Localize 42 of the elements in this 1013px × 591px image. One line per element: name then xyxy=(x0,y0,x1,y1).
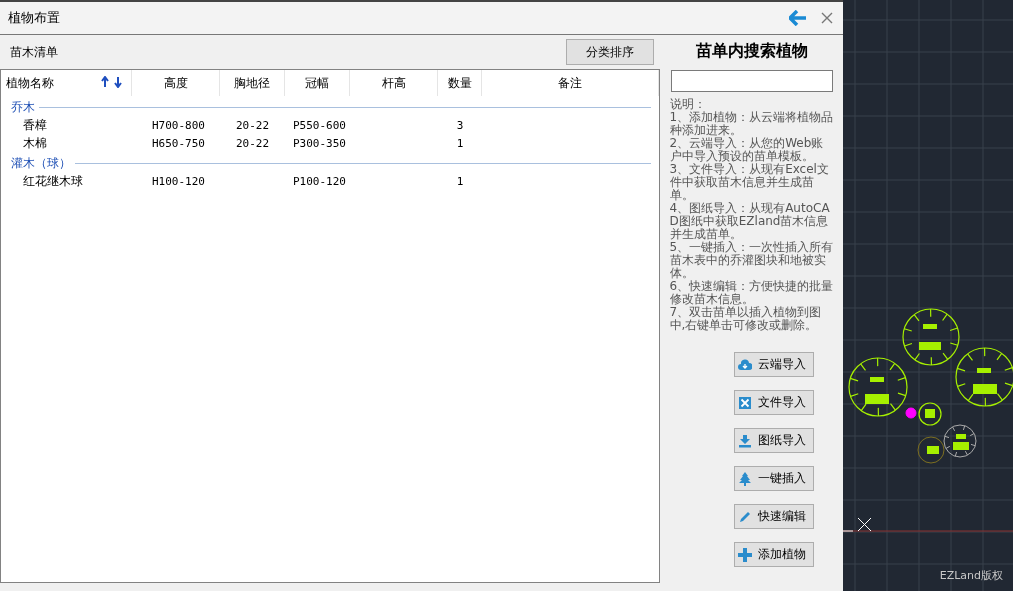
search-title: 苗单内搜索植物 xyxy=(695,41,808,62)
column-header[interactable]: 备注 xyxy=(558,74,582,92)
table-cell: P550-600 xyxy=(293,118,346,132)
list-label: 苗木清单 xyxy=(10,43,58,61)
help-text: 6、快速编辑：方便快捷的批量修改苗木信息。 xyxy=(669,280,834,306)
help-text: 4、图纸导入：从现有AutoCAD图纸中获取EZland苗木信息并生成苗单。 xyxy=(669,202,831,241)
help-text: 5、一键插入：一次性插入所有苗木表中的乔灌图块和地被实体。 xyxy=(669,241,834,280)
action-button[interactable]: 图纸导入 xyxy=(733,428,814,453)
table-cell: 1 xyxy=(456,174,464,188)
column-header[interactable]: 数量 xyxy=(447,74,472,92)
table-cell: P100-120 xyxy=(293,174,346,188)
table-cell: H650-750 xyxy=(152,136,205,150)
group-heading[interactable]: 乔木 xyxy=(11,98,35,116)
table-cell: 3 xyxy=(456,118,464,132)
copyright-label: EZLand版权 xyxy=(939,568,1003,583)
table-cell: 木棉 xyxy=(23,135,47,150)
window-title: 植物布置 xyxy=(8,9,61,27)
table-cell: H100-120 xyxy=(152,174,205,188)
table-cell: 香樟 xyxy=(23,117,47,132)
column-header[interactable]: 高度 xyxy=(163,74,188,92)
action-button[interactable]: 云端导入 xyxy=(733,352,814,377)
action-button[interactable]: 文件导入 xyxy=(733,390,814,415)
sort-button[interactable]: 分类排序 xyxy=(566,39,654,65)
column-header[interactable]: 冠幅 xyxy=(305,74,329,92)
table-cell: 1 xyxy=(456,136,464,150)
table-cell: H700-800 xyxy=(152,118,205,132)
action-button[interactable]: 快速编辑 xyxy=(733,504,814,529)
group-heading[interactable]: 灌木（球） xyxy=(11,154,71,172)
help-text: 2、云端导入：从您的Web账户中导入预设的苗单模板。 xyxy=(669,137,825,163)
help-title: 说明： xyxy=(669,98,707,111)
table-cell: 红花继木球 xyxy=(23,173,83,188)
table-cell: 20-22 xyxy=(235,118,270,132)
action-button[interactable]: 一键插入 xyxy=(733,466,814,491)
help-text: 3、文件导入：从现有Excel文件中获取苗木信息并生成苗单。 xyxy=(669,163,830,202)
column-header[interactable]: 杆高 xyxy=(381,74,406,92)
table-cell: P300-350 xyxy=(293,136,346,150)
action-button[interactable]: 添加植物 xyxy=(733,542,814,567)
column-header[interactable]: 胸地径 xyxy=(234,74,270,92)
column-header[interactable]: 植物名称 xyxy=(6,74,54,92)
help-text: 1、添加植物：从云端将植物品种添加进来。 xyxy=(669,111,834,137)
help-text: 7、双击苗单以插入植物到图中,右键单击可修改或删除。 xyxy=(669,306,823,332)
table-cell: 20-22 xyxy=(235,136,270,150)
